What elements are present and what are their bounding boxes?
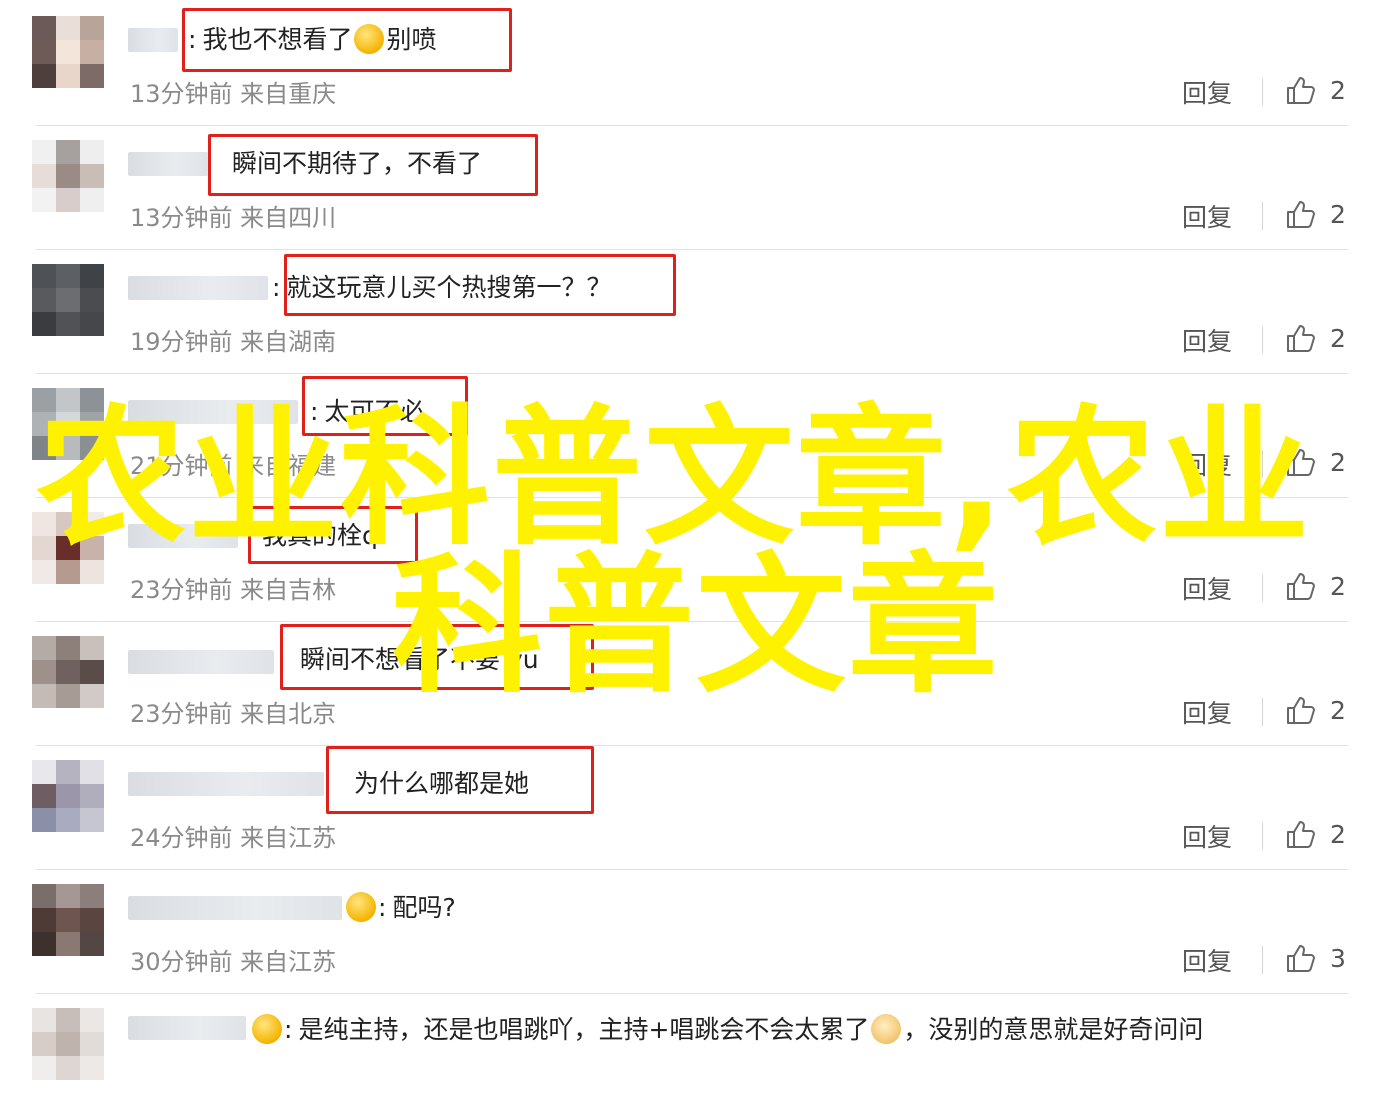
comment-item: : 就这玩意儿买个热搜第一？？ 19分钟前 来自湖南 回复 2: [0, 250, 1376, 374]
highlight-box: [284, 254, 676, 316]
like-button[interactable]: 2: [1284, 72, 1346, 108]
avatar[interactable]: [32, 512, 104, 584]
highlight-box: [302, 376, 468, 436]
highlight-box: [208, 134, 538, 196]
reply-button[interactable]: 回复: [1182, 198, 1232, 234]
username[interactable]: [128, 524, 238, 548]
reply-button[interactable]: 回复: [1182, 694, 1232, 730]
divider: [1262, 946, 1263, 974]
reply-button[interactable]: 回复: [1182, 446, 1232, 482]
comment-meta: 19分钟前 来自湖南: [130, 328, 337, 356]
avatar[interactable]: [32, 16, 104, 88]
thumbs-up-icon: [1287, 821, 1315, 848]
reply-button[interactable]: 回复: [1182, 570, 1232, 606]
divider: [1262, 698, 1263, 726]
comment-meta: 23分钟前 来自吉林: [130, 576, 337, 604]
thumbs-up-icon: [1287, 573, 1315, 600]
reply-button[interactable]: 回复: [1182, 322, 1232, 358]
like-count: 2: [1330, 75, 1346, 105]
highlight-box: [182, 8, 512, 72]
comment-meta: 30分钟前 来自江苏: [130, 948, 337, 976]
comment-meta: 23分钟前 来自北京: [130, 700, 337, 728]
comment-item: : 是纯主持，还是也唱跳吖，主持+唱跳会不会太累了 ，没别的意思就是好奇问问: [0, 994, 1376, 1118]
thumbs-up-icon: [1287, 77, 1315, 104]
like-button[interactable]: 2: [1284, 320, 1346, 356]
username[interactable]: [128, 772, 324, 796]
reply-button[interactable]: 回复: [1182, 942, 1232, 978]
divider: [1262, 822, 1263, 850]
comment-item: : 我也不想看了 别喷 13分钟前 来自重庆 回复 2: [0, 2, 1376, 126]
comment-item: : 太可不必 21分钟前 来自福建 回复 2: [0, 374, 1376, 498]
comment-item: 瞬间不想看了不要 yu 23分钟前 来自北京 回复 2: [0, 622, 1376, 746]
comment-meta: 24分钟前 来自江苏: [130, 824, 337, 852]
like-button[interactable]: 2: [1284, 692, 1346, 728]
like-button[interactable]: 2: [1284, 196, 1346, 232]
avatar[interactable]: [32, 140, 104, 212]
avatar[interactable]: [32, 1008, 104, 1080]
like-button[interactable]: 2: [1284, 568, 1346, 604]
reply-button[interactable]: 回复: [1182, 74, 1232, 110]
avatar[interactable]: [32, 264, 104, 336]
username[interactable]: [128, 650, 274, 674]
divider: [1262, 574, 1263, 602]
like-button[interactable]: 2: [1284, 444, 1346, 480]
thumbs-up-icon: [1287, 325, 1315, 352]
username[interactable]: [128, 28, 178, 52]
reply-button[interactable]: 回复: [1182, 818, 1232, 854]
like-button[interactable]: 3: [1284, 940, 1346, 976]
thumbs-up-icon: [1287, 449, 1315, 476]
divider: [1262, 450, 1263, 478]
username[interactable]: [128, 276, 268, 300]
comment-item: 瞬间不期待了，不看了 13分钟前 来自四川 回复 2: [0, 126, 1376, 250]
username[interactable]: [128, 1016, 246, 1040]
divider: [1262, 202, 1263, 230]
comment-meta: 21分钟前 来自福建: [130, 452, 337, 480]
like-count: 2: [1330, 571, 1346, 601]
avatar[interactable]: [32, 760, 104, 832]
avatar[interactable]: [32, 884, 104, 956]
username[interactable]: [128, 896, 342, 920]
comment-text: : 是纯主持，还是也唱跳吖，主持+唱跳会不会太累了 ，没别的意思就是好奇问问: [250, 1014, 1203, 1046]
comment-meta: 13分钟前 来自重庆: [130, 80, 337, 108]
username[interactable]: [128, 152, 208, 176]
comment-text: : 配吗?: [344, 892, 456, 924]
like-button[interactable]: 2: [1284, 816, 1346, 852]
emoji-icon: [252, 1014, 282, 1044]
like-count: 2: [1330, 447, 1346, 477]
comment-item: : 配吗? 30分钟前 来自江苏 回复 3: [0, 870, 1376, 994]
comment-meta: 13分钟前 来自四川: [130, 204, 337, 232]
comment-item: 为什么哪都是她 24分钟前 来自江苏 回复 2: [0, 746, 1376, 870]
like-count: 2: [1330, 695, 1346, 725]
thumbs-up-icon: [1287, 945, 1315, 972]
comment-item: 我真的栓q 23分钟前 来自吉林 回复 2: [0, 498, 1376, 622]
avatar[interactable]: [32, 388, 104, 460]
like-count: 2: [1330, 199, 1346, 229]
highlight-box: [280, 624, 594, 690]
thumbs-up-icon: [1287, 697, 1315, 724]
like-count: 3: [1330, 943, 1346, 973]
like-count: 2: [1330, 819, 1346, 849]
emoji-icon: [346, 892, 376, 922]
highlight-box: [248, 506, 418, 564]
avatar[interactable]: [32, 636, 104, 708]
divider: [1262, 78, 1263, 106]
thumbs-up-icon: [1287, 201, 1315, 228]
dog-emoji-icon: [871, 1014, 902, 1044]
like-count: 2: [1330, 323, 1346, 353]
username[interactable]: [128, 400, 298, 424]
divider: [1262, 326, 1263, 354]
highlight-box: [326, 746, 594, 814]
